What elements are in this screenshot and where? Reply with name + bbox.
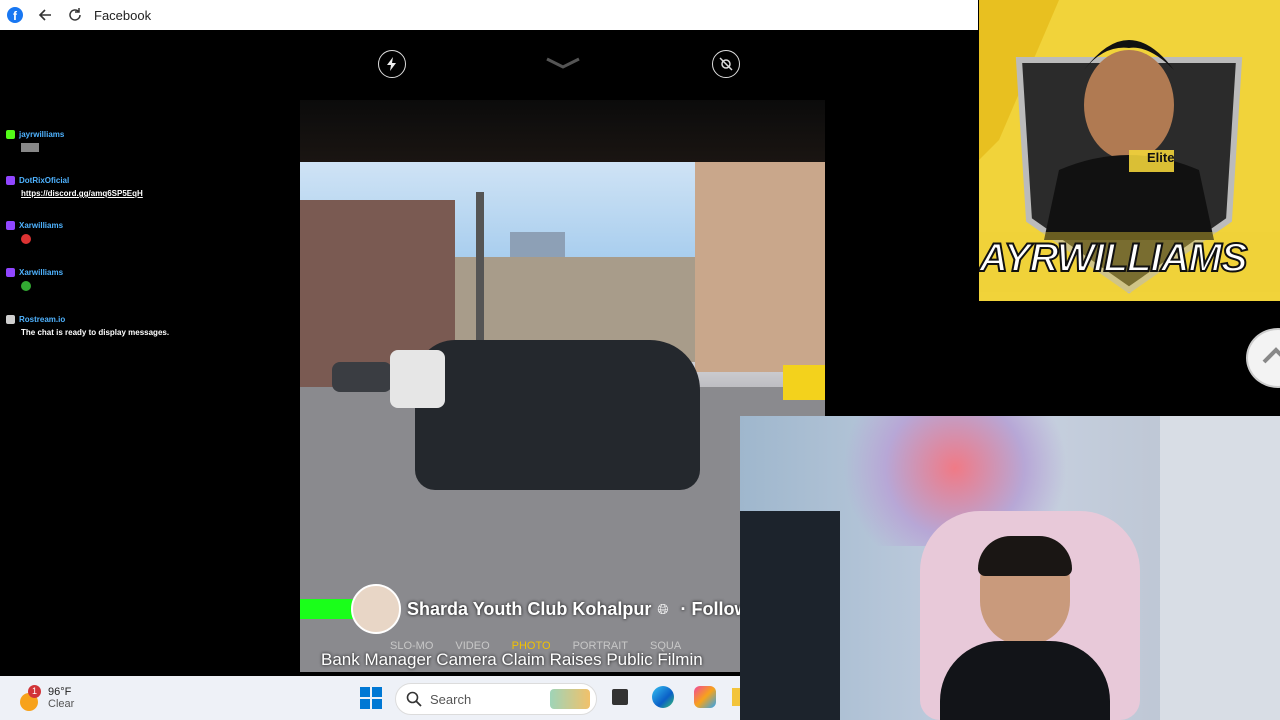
chat-message: Xarwilliams [6, 268, 286, 293]
camera-controls [300, 40, 825, 90]
chat-message-body [21, 281, 286, 293]
flash-icon[interactable] [378, 50, 406, 78]
task-view-icon[interactable] [612, 689, 628, 705]
logo-text: AYRWILLIAMS [979, 235, 1248, 281]
chat-username: DotRixOficial [19, 176, 70, 185]
page-avatar[interactable] [351, 584, 401, 634]
live-photo-off-icon[interactable] [712, 50, 740, 78]
weather-widget[interactable]: 1 96°F Clear [18, 685, 75, 711]
weather-temp: 96°F [48, 686, 72, 698]
chat-message: jayrwilliams [6, 130, 286, 154]
follow-button[interactable]: · Follow [681, 599, 749, 620]
back-arrow-icon[interactable] [30, 0, 60, 30]
chat-username: Xarwilliams [19, 268, 64, 277]
webcam-feed [740, 416, 1280, 720]
emote-icon [21, 143, 39, 152]
camera-top-area [300, 100, 825, 162]
page-title: Facebook [94, 7, 152, 23]
emote-icon [21, 234, 31, 244]
scroll-top-button[interactable] [1246, 328, 1280, 388]
car [332, 362, 392, 392]
person [940, 536, 1110, 720]
twitch-icon [6, 176, 15, 185]
taskbar: 1 96°F Clear Search [0, 676, 740, 720]
search-icon [406, 691, 422, 707]
logo-brand: Elite [1147, 150, 1175, 165]
emote-icon [21, 281, 31, 291]
edge-icon[interactable] [652, 686, 674, 708]
chat-message-body: The chat is ready to display messages. [21, 328, 170, 337]
shirt [940, 641, 1110, 720]
video-caption: Bank Manager Camera Claim Raises Public … [321, 650, 703, 669]
page-name[interactable]: Sharda Youth Club Kohalpur [407, 599, 651, 620]
shelf [740, 511, 840, 720]
notification-badge: 1 [28, 685, 41, 698]
chevron-down-icon[interactable] [545, 56, 581, 74]
restream-icon [6, 315, 15, 324]
kick-icon [6, 130, 15, 139]
globe-icon: 🌐︎ [657, 600, 669, 617]
chat-message-body [21, 143, 286, 154]
search-highlight-icon [550, 689, 590, 709]
facebook-icon: f [0, 0, 30, 30]
stream-chat: jayrwilliams DotRixOficial https://disco… [6, 130, 286, 360]
hair [978, 536, 1072, 576]
yellow-sign [783, 365, 825, 400]
car [390, 350, 445, 408]
chat-username: jayrwilliams [19, 130, 65, 139]
reload-icon[interactable] [60, 0, 90, 30]
car [415, 340, 700, 490]
copilot-icon[interactable] [694, 686, 716, 708]
chat-link[interactable]: https://discord.gg/amq6SP5EqH [21, 189, 286, 199]
chevron-up-icon [1262, 347, 1280, 364]
chat-message-body [21, 234, 286, 246]
chat-username: Xarwilliams [19, 221, 64, 230]
weather-desc: Clear [48, 698, 75, 710]
chat-message: Rostream.io The chat is ready to display… [6, 315, 286, 338]
streamer-logo: Elite AYRWILLIAMS [979, 0, 1280, 301]
window [1160, 416, 1280, 720]
chat-message: DotRixOficial https://discord.gg/amq6SP5… [6, 176, 286, 199]
building [695, 162, 825, 372]
sun-icon: 1 [18, 685, 41, 711]
chat-username: Rostream.io [19, 315, 66, 324]
chat-message: Xarwilliams [6, 221, 286, 246]
search-label: Search [430, 691, 472, 707]
twitch-icon [6, 221, 15, 230]
search-box[interactable]: Search [395, 683, 597, 715]
browser-toolbar: f Facebook [0, 0, 978, 30]
start-button[interactable] [360, 687, 382, 709]
twitch-icon [6, 268, 15, 277]
file-explorer-icon[interactable] [732, 688, 740, 706]
page-info-overlay: Sharda Youth Club Kohalpur 🌐︎ · Follow [300, 582, 749, 636]
